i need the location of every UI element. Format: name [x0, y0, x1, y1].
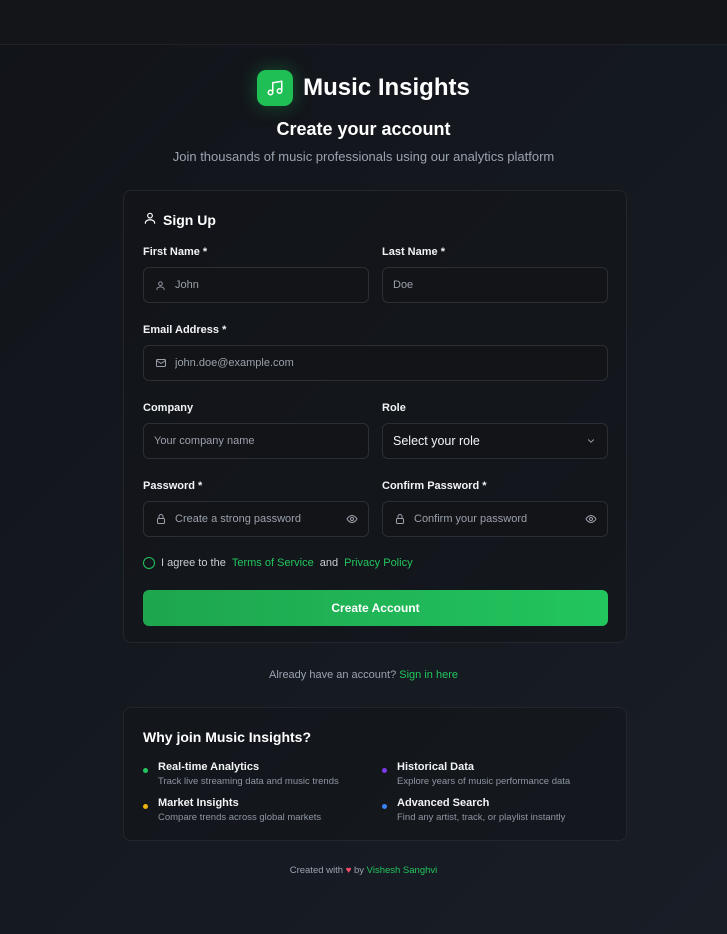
email-field[interactable]: john.doe@example.com	[143, 345, 608, 381]
mail-icon	[154, 357, 167, 370]
chevron-down-icon	[584, 435, 597, 448]
company-placeholder: Your company name	[154, 435, 255, 447]
feature-dot	[143, 804, 148, 809]
first-name-placeholder: John	[175, 279, 199, 291]
user-icon	[154, 279, 167, 292]
confirm-password-field[interactable]: Confirm your password	[382, 501, 608, 537]
company-field[interactable]: Your company name	[143, 423, 369, 459]
role-label: Role	[382, 402, 406, 414]
last-name-label: Last Name *	[382, 246, 445, 258]
role-select[interactable]: Select your role	[382, 423, 608, 459]
feature-desc: Find any artist, track, or playlist inst…	[397, 812, 566, 823]
signup-title-text: Sign Up	[163, 211, 216, 228]
confirm-password-label: Confirm Password *	[382, 480, 487, 492]
feature-title: Advanced Search	[397, 797, 490, 809]
footer-by: by	[353, 865, 365, 876]
footer: Created with ♥ by Vishesh Sanghvi	[0, 865, 727, 876]
feature-dot	[382, 768, 387, 773]
signin-link[interactable]: Sign in here	[399, 669, 458, 681]
company-label: Company	[143, 402, 194, 414]
terms-link[interactable]: Terms of Service	[232, 557, 314, 569]
feature-dot	[143, 768, 148, 773]
feature-title: Historical Data	[397, 761, 475, 773]
terms-and: and	[319, 557, 339, 569]
email-placeholder: john.doe@example.com	[175, 357, 294, 369]
feature-dot	[382, 804, 387, 809]
signin-prompt: Already have an account? Sign in here	[0, 669, 727, 681]
first-name-label: First Name *	[143, 246, 208, 258]
eye-icon[interactable]	[584, 513, 597, 526]
user-icon	[143, 211, 157, 228]
top-bar	[0, 0, 727, 45]
lock-icon	[393, 513, 406, 526]
password-label: Password *	[143, 480, 203, 492]
page-subtitle: Join thousands of music professionals us…	[172, 149, 555, 164]
brand-name: Music Insights	[303, 74, 470, 101]
create-account-button[interactable]: Create Account	[143, 590, 608, 626]
page-title: Create your account	[276, 119, 451, 139]
terms-checkbox[interactable]	[143, 557, 155, 569]
footer-prefix: Created with	[289, 865, 344, 876]
feature-title: Real-time Analytics	[158, 761, 260, 773]
terms-agreement: I agree to the Terms of Service and Priv…	[143, 557, 413, 569]
why-join-title: Why join Music Insights?	[143, 729, 311, 745]
role-selected-value: Select your role	[393, 434, 480, 448]
signup-title: Sign Up	[143, 211, 216, 228]
signin-text: Already have an account?	[269, 669, 397, 681]
music-note-icon	[257, 70, 294, 106]
author-link[interactable]: Vishesh Sanghvi	[367, 865, 438, 876]
email-label: Email Address *	[143, 324, 227, 336]
confirm-password-placeholder: Confirm your password	[414, 513, 528, 525]
feature-desc: Track live streaming data and music tren…	[158, 776, 339, 787]
feature-title: Market Insights	[158, 797, 239, 809]
last-name-field[interactable]: Doe	[382, 267, 608, 303]
feature-desc: Compare trends across global markets	[158, 812, 322, 823]
lock-icon	[154, 513, 167, 526]
feature-desc: Explore years of music performance data	[397, 776, 571, 787]
heart-icon: ♥	[345, 865, 352, 876]
password-placeholder: Create a strong password	[175, 513, 301, 525]
eye-icon[interactable]	[345, 513, 358, 526]
first-name-field[interactable]: John	[143, 267, 369, 303]
signup-card: Sign Up First Name * John Last Name * Do…	[123, 190, 627, 643]
last-name-placeholder: Doe	[393, 279, 414, 291]
privacy-link[interactable]: Privacy Policy	[344, 557, 412, 569]
terms-prefix: I agree to the	[161, 557, 226, 569]
brand: Music Insights	[0, 70, 727, 106]
password-field[interactable]: Create a strong password	[143, 501, 369, 537]
why-join-card: Why join Music Insights? Real-time Analy…	[123, 707, 627, 841]
